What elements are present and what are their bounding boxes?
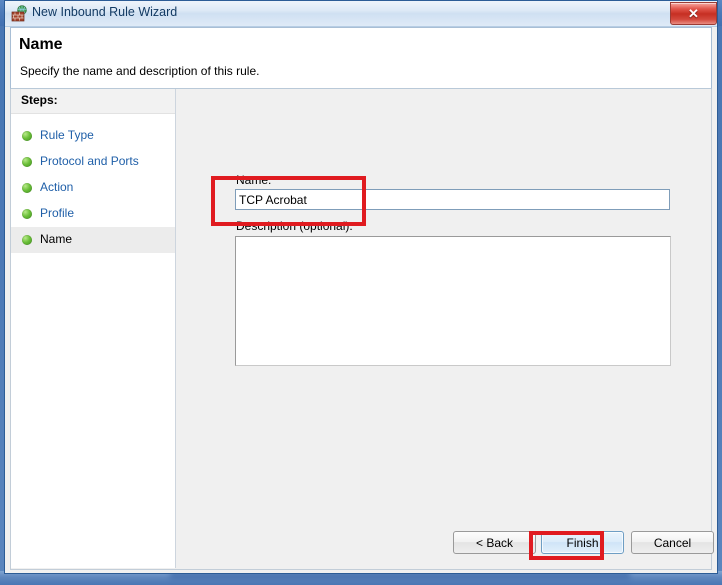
sidebar-item-name[interactable]: Name	[11, 227, 175, 253]
step-bullet-icon	[22, 209, 32, 219]
steps-heading-band: Steps:	[11, 89, 175, 114]
steps-heading: Steps:	[21, 93, 58, 107]
close-button[interactable]: ✕	[670, 2, 717, 25]
steps-sidebar: Steps: Rule Type Protocol and Ports Acti…	[11, 89, 176, 568]
sidebar-item-profile[interactable]: Profile	[11, 201, 175, 227]
step-bullet-icon	[22, 183, 32, 193]
page-subtitle: Specify the name and description of this…	[20, 64, 259, 78]
dialog-titlebar[interactable]: New Inbound Rule Wizard ✕	[5, 1, 717, 27]
new-inbound-rule-wizard-dialog: New Inbound Rule Wizard ✕ Name Specify t…	[4, 0, 718, 574]
cancel-button[interactable]: Cancel	[631, 531, 714, 554]
window-title: New Inbound Rule Wizard	[32, 5, 177, 19]
wizard-content: Name: Description (optional): < Back Fin…	[177, 89, 711, 568]
sidebar-item-label[interactable]: Protocol and Ports	[40, 154, 139, 168]
step-bullet-icon	[22, 157, 32, 167]
sidebar-item-protocol-and-ports[interactable]: Protocol and Ports	[11, 149, 175, 175]
firewall-globe-icon	[11, 5, 28, 22]
page-title: Name	[19, 36, 63, 54]
wizard-body: Steps: Rule Type Protocol and Ports Acti…	[10, 89, 712, 570]
sidebar-item-label[interactable]: Rule Type	[40, 128, 94, 142]
step-bullet-icon	[22, 131, 32, 141]
close-icon: ✕	[688, 7, 699, 20]
sidebar-item-rule-type[interactable]: Rule Type	[11, 123, 175, 149]
back-button[interactable]: < Back	[453, 531, 536, 554]
sidebar-item-action[interactable]: Action	[11, 175, 175, 201]
description-textarea[interactable]	[235, 236, 671, 366]
name-input[interactable]	[235, 189, 670, 210]
sidebar-item-label: Name	[40, 232, 72, 246]
finish-button[interactable]: Finish	[541, 531, 624, 554]
sidebar-item-label[interactable]: Action	[40, 180, 73, 194]
description-field-label: Description (optional):	[236, 219, 353, 233]
wizard-header: Name Specify the name and description of…	[10, 27, 712, 89]
sidebar-item-label[interactable]: Profile	[40, 206, 74, 220]
name-field-label: Name:	[236, 173, 271, 187]
step-bullet-icon	[22, 235, 32, 245]
